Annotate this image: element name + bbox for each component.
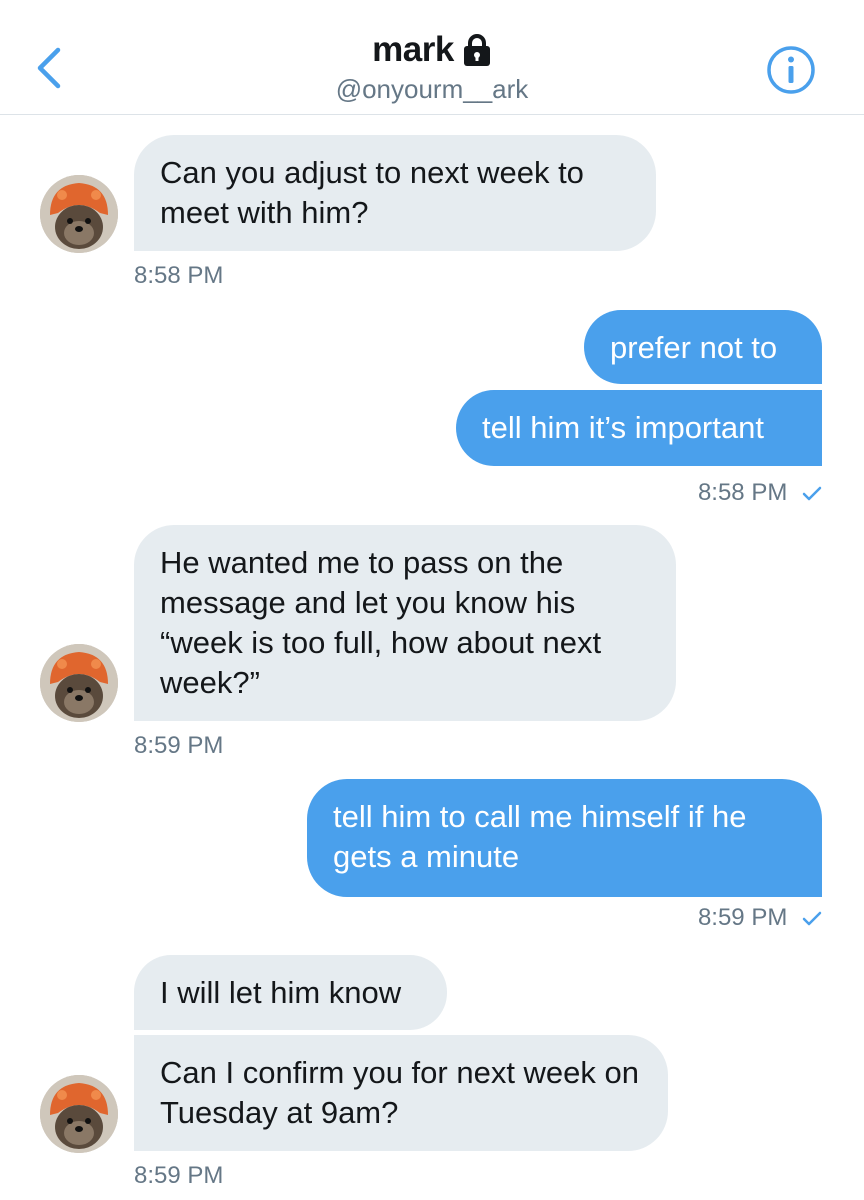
- timestamp-text: 8:59 PM: [134, 732, 224, 759]
- conversation-handle: @onyourm__ark: [335, 74, 529, 104]
- avatar[interactable]: [40, 644, 118, 722]
- checkmark-icon: [802, 486, 822, 500]
- message-text: Can you adjust to next week to meet with…: [160, 155, 584, 230]
- conversation-header: mark @onyourm__ark: [0, 0, 864, 115]
- message-bubble-outgoing[interactable]: prefer not to: [584, 310, 822, 384]
- message-text: tell him it’s important: [482, 410, 764, 445]
- timestamp-text: 8:59 PM: [697, 904, 788, 931]
- message-timestamp: 8:58 PM: [134, 262, 223, 290]
- message-timestamp: 8:59 PM: [134, 1162, 223, 1190]
- timestamp-text: 8:58 PM: [134, 262, 224, 289]
- message-bubble-incoming[interactable]: Can you adjust to next week to meet with…: [134, 135, 656, 251]
- message-bubble-incoming[interactable]: Can I confirm you for next week on Tuesd…: [134, 1035, 668, 1151]
- avatar[interactable]: [40, 1075, 118, 1153]
- message-text: I will let him know: [160, 975, 402, 1010]
- timestamp-text: 8:59 PM: [134, 1162, 224, 1189]
- message-text: He wanted me to pass on the message and …: [160, 545, 602, 700]
- message-timestamp: 8:59 PM: [134, 732, 223, 760]
- message-timestamp: 8:58 PM: [698, 479, 822, 507]
- message-text: Can I confirm you for next week on Tuesd…: [160, 1055, 640, 1130]
- conversation-title-block: mark @onyourm__ark: [0, 30, 864, 105]
- avatar[interactable]: [40, 175, 118, 253]
- message-bubble-outgoing[interactable]: tell him it’s important: [456, 390, 822, 466]
- otter-avatar-icon: [40, 644, 118, 722]
- message-text: tell him to call me himself if he gets a…: [333, 799, 747, 874]
- message-bubble-incoming[interactable]: I will let him know: [134, 955, 447, 1030]
- message-bubble-incoming[interactable]: He wanted me to pass on the message and …: [134, 525, 676, 721]
- info-icon: [767, 46, 815, 94]
- checkmark-icon: [802, 911, 822, 925]
- otter-avatar-icon: [40, 1075, 118, 1153]
- timestamp-text: 8:58 PM: [697, 479, 788, 506]
- message-text: prefer not to: [610, 330, 778, 365]
- message-timestamp: 8:59 PM: [698, 904, 822, 932]
- lock-icon: [463, 34, 490, 66]
- info-button[interactable]: [766, 45, 816, 95]
- message-bubble-outgoing[interactable]: tell him to call me himself if he gets a…: [307, 779, 822, 897]
- otter-avatar-icon: [40, 175, 118, 253]
- conversation-title: mark: [372, 30, 454, 69]
